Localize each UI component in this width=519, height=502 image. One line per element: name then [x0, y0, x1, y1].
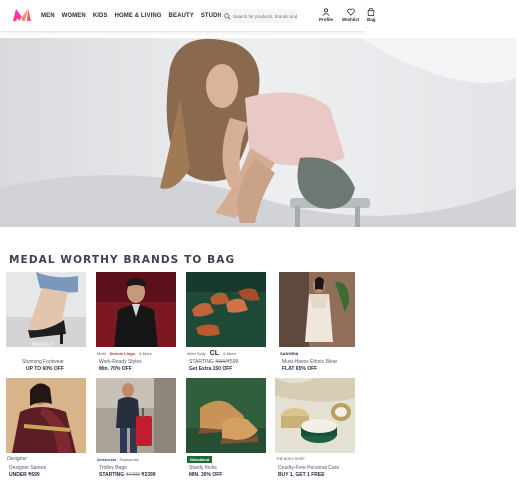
card-price: STARTING ₹7499 ₹2399 — [99, 472, 156, 478]
card-brand-logos: THE BODY SHOP — [276, 454, 305, 464]
card-offer: MIN. 30% OFF — [189, 472, 223, 478]
loafers-image — [186, 272, 266, 347]
woodland-logo: Woodland — [187, 455, 213, 463]
saree-image — [6, 378, 86, 453]
brand-card-allen-solly[interactable]: Allen Solly CL & More STARTING ₹999₹599 … — [186, 272, 266, 376]
trolley-bag-image — [96, 378, 176, 453]
brand-card-trolley-bags[interactable]: Aristocrat Samsonite Trolley Bags STARTI… — [96, 378, 176, 482]
brand-card-mango[interactable]: MANGO Stunning Footwear UP TO 60% OFF — [6, 272, 86, 376]
card-brand-logos: Aristocrat Samsonite — [97, 454, 139, 464]
price-old: ₹7499 — [125, 472, 140, 478]
card-image — [279, 272, 355, 347]
bag-label: Bag — [367, 17, 376, 22]
heels-image — [6, 272, 86, 347]
profile-label: Profile — [319, 17, 334, 22]
main-nav: MEN WOMEN KIDS HOME & LIVING BEAUTY STUD… — [41, 9, 233, 19]
card-description: Work-Ready Styles — [99, 359, 142, 365]
card-description: Trolley Bags — [99, 465, 127, 471]
hero-banner-image — [0, 38, 516, 227]
top-header: MEN WOMEN KIDS HOME & LIVING BEAUTY STUD… — [0, 0, 376, 32]
price-new: ₹2399 — [141, 472, 156, 478]
price-old: ₹999 — [215, 359, 227, 365]
card-brand-logos: Mufti Dennis Lingo & More — [97, 348, 152, 358]
card-description: Stunning Footwear — [22, 359, 64, 365]
brand-card-mufti[interactable]: Mufti Dennis Lingo & More Work-Ready Sty… — [96, 272, 176, 376]
card-offer: BUY 1, GET 1 FREE — [278, 472, 325, 478]
brand-card-sangria[interactable]: SANGRIA Must-Haves Ethnic Wear FLAT 65% … — [279, 272, 359, 376]
hero-banner[interactable] — [0, 38, 516, 227]
more-brands: & More — [223, 350, 236, 356]
more-brands: & More — [139, 350, 152, 356]
nav-men[interactable]: MEN — [41, 13, 55, 19]
nav-beauty[interactable]: BEAUTY — [169, 13, 194, 19]
section-title: MEDAL WORTHY BRANDS TO BAG — [9, 254, 236, 266]
myntra-logo[interactable] — [12, 8, 32, 22]
ethnic-wear-image — [279, 272, 355, 347]
card-offer: UP TO 60% OFF — [26, 366, 64, 372]
price-prefix: STARTING — [189, 359, 214, 365]
search-icon — [224, 12, 231, 20]
card-description: Designer Sarees — [9, 465, 47, 471]
nav-women[interactable]: WOMEN — [62, 13, 86, 19]
card-image — [96, 272, 176, 347]
mango-logo: MANGO — [32, 342, 54, 348]
aristocrat-logo: Aristocrat — [97, 456, 116, 462]
bag-button[interactable]: Bag — [367, 8, 376, 22]
cl-logo: CL — [209, 349, 220, 357]
card-image — [96, 378, 176, 453]
card-offer: Min. 70% OFF — [99, 366, 132, 372]
samsonite-logo: Samsonite — [119, 456, 139, 462]
brand-card-designer-sarees[interactable]: Designer Designer Sarees UNDER ₹699 — [6, 378, 86, 482]
card-brand-logos: SANGRIA — [280, 348, 298, 358]
card-brand-logos: Designer — [7, 454, 27, 464]
card-description: Must-Haves Ethnic Wear — [282, 359, 338, 365]
mufti-logo: Mufti — [97, 350, 106, 356]
card-brand-logos: Allen Solly CL & More — [187, 348, 236, 358]
body-care-image — [275, 378, 355, 453]
card-offer: UNDER ₹699 — [9, 472, 40, 478]
body-shop-logo: THE BODY SHOP — [276, 457, 305, 461]
card-image — [186, 272, 266, 347]
nav-home-living[interactable]: HOME & LIVING — [115, 13, 162, 19]
bag-icon — [368, 8, 375, 16]
price-new: ₹599 — [226, 359, 239, 365]
card-image — [6, 378, 86, 453]
search-input[interactable] — [231, 13, 297, 19]
price-prefix: STARTING — [99, 472, 125, 478]
card-price: STARTING ₹999₹599 — [189, 359, 238, 365]
wishlist-button[interactable]: Wishlist — [342, 8, 359, 22]
card-image — [6, 272, 86, 347]
search-bar[interactable] — [221, 9, 297, 23]
wishlist-label: Wishlist — [342, 17, 360, 22]
man-in-shirt-image — [96, 272, 176, 347]
heart-icon — [346, 8, 355, 16]
card-image — [186, 378, 266, 453]
nav-kids[interactable]: KIDS — [93, 13, 108, 19]
card-description: Sturdy Kicks — [189, 465, 217, 471]
card-brand-logos: Woodland — [187, 454, 213, 464]
designer-logo: Designer — [7, 456, 28, 462]
profile-button[interactable]: Profile — [319, 8, 333, 22]
brand-card-woodland[interactable]: Woodland Sturdy Kicks MIN. 30% OFF — [186, 378, 266, 482]
card-offer: FLAT 65% OFF — [282, 366, 318, 372]
allen-solly-logo: Allen Solly — [187, 350, 206, 356]
sangria-logo: SANGRIA — [280, 350, 299, 356]
boots-image — [186, 378, 266, 453]
card-image — [275, 378, 355, 453]
dennis-lingo-logo: Dennis Lingo — [109, 350, 136, 356]
card-offer: Get Extra 150 OFF — [189, 366, 233, 372]
card-description: Cruelty-Free Personal Care — [278, 465, 340, 471]
user-icon — [322, 8, 330, 16]
brand-card-the-body-shop[interactable]: THE BODY SHOP Cruelty-Free Personal Care… — [275, 378, 355, 482]
